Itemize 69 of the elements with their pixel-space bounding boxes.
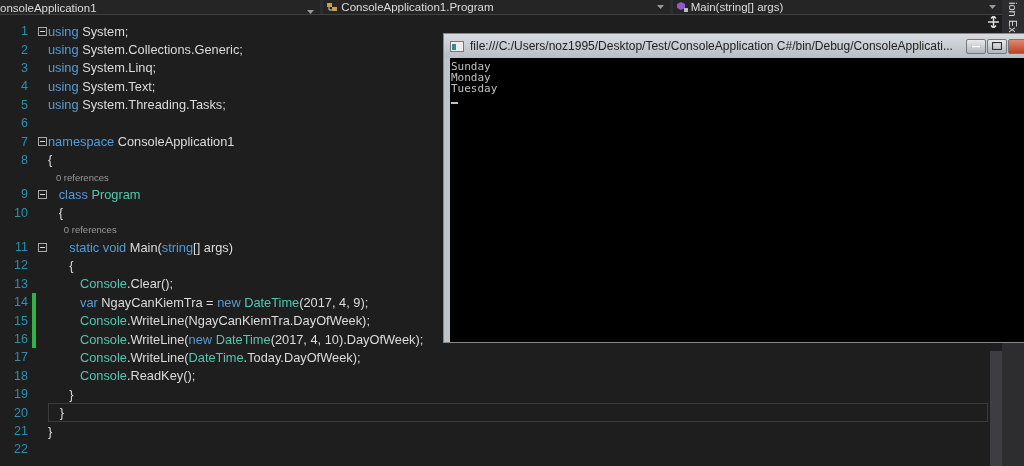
code-line: }	[68, 386, 75, 402]
line-number: 6	[20, 116, 29, 131]
code-line: namespace ConsoleApplication1	[48, 134, 236, 150]
code-line: using System.Linq;	[48, 60, 158, 76]
line-number: 16	[13, 332, 29, 347]
line-number: 14	[13, 295, 29, 310]
class-icon	[327, 2, 339, 12]
line-number: 17	[13, 350, 29, 365]
line-number: 5	[20, 97, 29, 112]
code-line: var NgayCanKiemTra = new DateTime(2017, 4, 9);	[79, 294, 370, 310]
dropdown-arrow-icon	[989, 5, 996, 9]
line-number: 10	[13, 205, 29, 220]
line-number: 15	[13, 313, 29, 328]
maximize-button[interactable]	[987, 38, 1007, 54]
line-number: 22	[13, 442, 29, 457]
code-lens-references[interactable]: 0 references	[48, 171, 109, 183]
line-number: 18	[13, 368, 29, 383]
collapse-icon[interactable]	[37, 242, 47, 252]
code-line: Console.ReadKey();	[79, 368, 197, 384]
code-line: Console.WriteLine(DateTime.Today.DayOfWeek);	[79, 349, 362, 365]
method-icon	[676, 2, 688, 12]
line-number: 4	[20, 79, 29, 94]
console-output-line: Monday	[451, 72, 491, 83]
member-dropdown[interactable]: Main(string[] args)	[672, 0, 1002, 14]
line-number: 1	[20, 24, 29, 39]
maximize-icon	[992, 42, 1002, 50]
collapse-icon[interactable]	[37, 137, 47, 147]
code-line: static void Main(string[] args)	[68, 239, 234, 255]
minimize-icon	[971, 44, 981, 48]
code-line: }	[48, 423, 54, 439]
line-number: 7	[20, 134, 29, 149]
code-line: using System.Text;	[48, 78, 157, 94]
collapse-icon[interactable]	[37, 189, 47, 199]
code-line: {	[48, 152, 54, 168]
code-line: {	[68, 258, 75, 273]
console-output-line: Tuesday	[451, 83, 498, 94]
minimize-button[interactable]	[966, 38, 986, 54]
line-number: 21	[13, 424, 29, 438]
line-number: 2	[20, 42, 29, 57]
split-icon[interactable]	[988, 16, 999, 28]
class-dropdown[interactable]: ConsoleApplication1.Program	[323, 0, 670, 14]
code-line: using System;	[48, 23, 130, 39]
line-number: 9	[20, 187, 29, 202]
vertical-scrollbar[interactable]	[990, 351, 1002, 466]
line-number: 19	[13, 387, 29, 402]
line-number: 20	[13, 405, 29, 420]
dropdown-arrow-icon	[656, 5, 664, 9]
code-line: Console.Clear();	[79, 276, 175, 292]
code-line: Console.WriteLine(new DateTime(2017, 4, 10).DayOfWeek);	[79, 331, 425, 347]
line-number: 11	[14, 240, 29, 255]
collapse-icon[interactable]	[37, 26, 47, 36]
side-panel-tab[interactable]: ion Ex	[1007, 2, 1019, 33]
project-dropdown[interactable]: onsoleApplication1	[0, 0, 321, 14]
console-output-line: Sunday	[451, 61, 491, 72]
line-number: 12	[13, 258, 29, 273]
window-title: file:///C:/Users/noz1995/Desktop/Test/ConsoleApplication C#/bin/Debug/ConsoleApplicati...	[470, 39, 954, 53]
console-app-icon	[450, 40, 464, 52]
text-cursor	[451, 102, 458, 104]
code-line: Console.WriteLine(NgayCanKiemTra.DayOfWeek);	[79, 313, 371, 329]
line-number: 13	[13, 276, 29, 291]
line-number: 3	[20, 60, 29, 75]
code-line: class Program	[57, 186, 142, 202]
code-line: using System.Threading.Tasks;	[48, 97, 227, 113]
line-number: 8	[20, 152, 29, 167]
dropdown-arrow-icon	[307, 10, 315, 14]
code-lens-references[interactable]: 0 references	[48, 224, 117, 236]
code-line: }	[58, 405, 65, 421]
code-line: {	[57, 205, 64, 221]
code-line: using System.Collections.Generic;	[48, 42, 244, 58]
